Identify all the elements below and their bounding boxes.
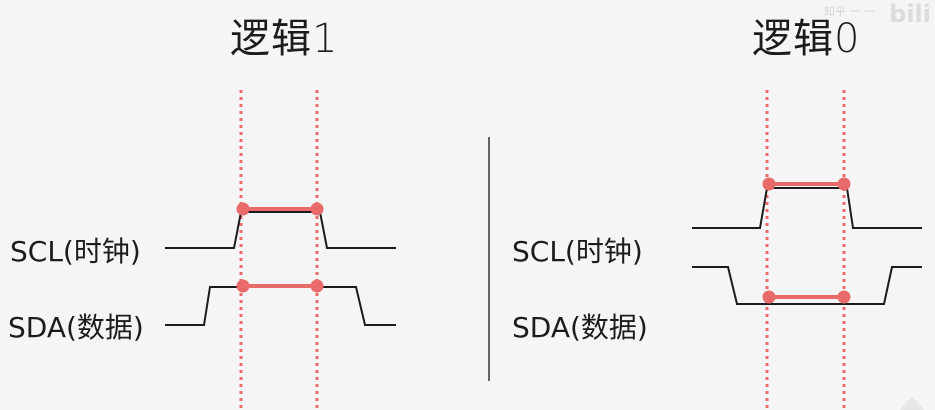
right-sda-marker-end-dot bbox=[837, 290, 851, 304]
left-scl-marker-end-dot bbox=[310, 202, 324, 216]
left-sda-marker-start-dot bbox=[236, 279, 250, 293]
timing-diagram bbox=[165, 90, 924, 410]
corner-decoration-icon bbox=[900, 396, 924, 410]
left-sda-waveform bbox=[165, 286, 396, 326]
left-scl-waveform bbox=[165, 211, 396, 249]
left-scl-marker-start-dot bbox=[236, 202, 250, 216]
right-scl-waveform bbox=[692, 187, 922, 229]
left-sda-marker-end-dot bbox=[310, 279, 324, 293]
right-sda-marker-start-dot bbox=[762, 290, 776, 304]
right-scl-marker-end-dot bbox=[837, 177, 851, 191]
right-scl-marker-start-dot bbox=[762, 177, 776, 191]
